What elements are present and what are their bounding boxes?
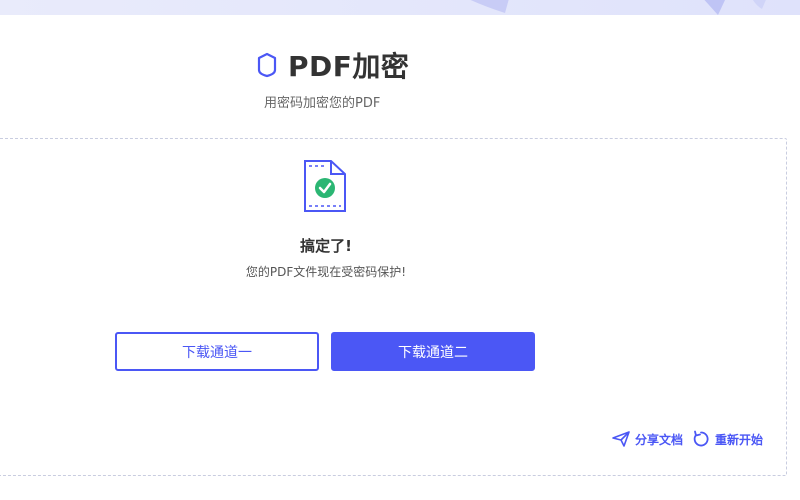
result-panel xyxy=(0,138,787,476)
refresh-icon xyxy=(693,430,709,447)
success-title: 搞定了! xyxy=(300,237,352,255)
success-message: 您的PDF文件现在受密码保护! xyxy=(245,265,407,279)
shield-icon xyxy=(257,52,277,78)
title-row: PDF加密 xyxy=(256,45,409,85)
page-title: PDF加密 xyxy=(288,50,410,83)
banner-decoration xyxy=(470,0,766,15)
restart-label: 重新开始 xyxy=(715,432,764,447)
locked-file-check-icon xyxy=(304,160,346,212)
top-banner xyxy=(0,0,800,15)
page-subtitle: 用密码加密您的PDF xyxy=(264,96,381,111)
restart-link[interactable]: 重新开始 xyxy=(692,430,763,448)
download-channel-one-button[interactable]: 下载通道一 xyxy=(115,332,319,371)
bottom-actions: 分享文档 重新开始 xyxy=(612,430,763,448)
paper-plane-icon xyxy=(612,431,630,447)
download-channel-two-button[interactable]: 下载通道二 xyxy=(331,332,535,371)
share-document-label: 分享文档 xyxy=(635,432,684,447)
share-document-link[interactable]: 分享文档 xyxy=(612,431,683,448)
